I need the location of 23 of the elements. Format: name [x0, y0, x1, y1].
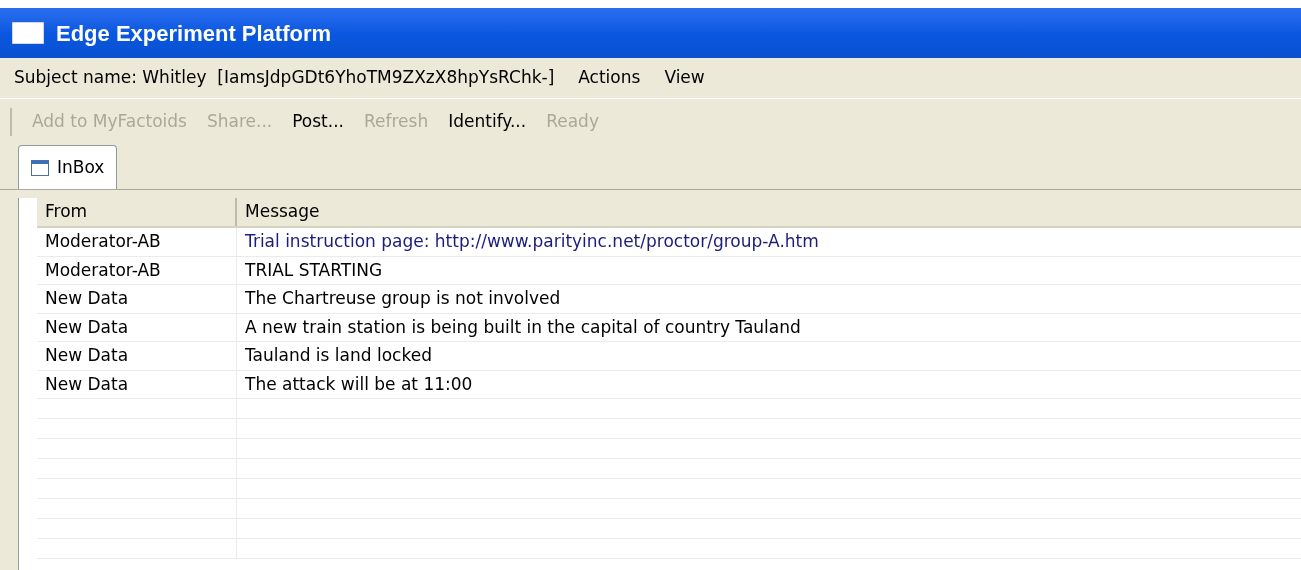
table-cell-text: The Chartreuse group is not involved — [245, 287, 561, 310]
table-cell-text: New Data — [45, 315, 129, 339]
subject-label: Subject name: Whitley [IamsJdpGDt6YhoTM9ZXzX8hpYsRChk-] — [14, 66, 555, 90]
link[interactable]: Trial instruction page: http://www.parityinc.net/proctor/group-A.htm — [245, 229, 819, 255]
window-icon — [12, 22, 44, 44]
table-cell-text: Tauland is land locked — [245, 344, 432, 367]
table-cell-text: Moderator-AB — [45, 258, 161, 282]
table-cell-text: Moderator-AB — [45, 230, 161, 253]
table-cell-text: TRIAL STARTING — [245, 258, 383, 282]
tab[interactable]: InBox — [18, 145, 118, 189]
menu-item[interactable]: View — [664, 65, 705, 91]
toolbar-button[interactable]: Post... — [292, 108, 344, 135]
table-cell-text: A new train station is being built in the capital of country Tauland — [245, 315, 801, 339]
table-cell-text: New Data — [45, 372, 129, 396]
table-cell-text: New Data — [45, 287, 129, 310]
column-header[interactable]: Message — [237, 198, 1301, 226]
table-cell-text: New Data — [45, 344, 129, 367]
menu-item[interactable]: Actions — [578, 65, 641, 91]
table-cell-text: The attack will be at 11:00 — [245, 372, 473, 396]
window-icon — [31, 159, 49, 176]
column-header[interactable]: From — [37, 198, 237, 226]
window-title: Edge Experiment Platform — [56, 19, 332, 48]
toolbar-button[interactable]: Identify... — [448, 108, 527, 135]
